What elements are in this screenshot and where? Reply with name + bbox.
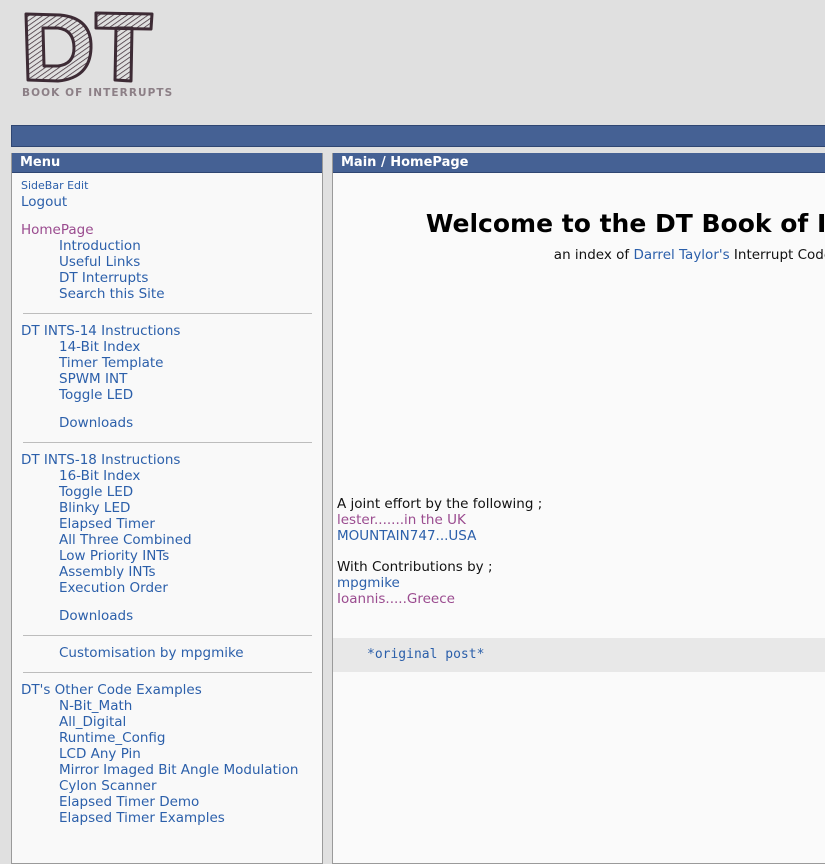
author-link-mountain747[interactable]: MOUNTAIN747...USA <box>337 528 476 544</box>
nav-divider <box>23 672 312 673</box>
joint-effort-heading: A joint effort by the following ; <box>337 496 543 512</box>
sidebar-item-lcd-any-pin[interactable]: LCD Any Pin <box>21 746 314 762</box>
contributor-list: Ioannis.....Greece <box>337 591 825 607</box>
sidebar-item-n-bit-math[interactable]: N-Bit_Math <box>21 698 314 714</box>
sidebar-item-elapsed-timer[interactable]: Elapsed Timer <box>21 516 314 532</box>
sidebar-item-dt-interrupts[interactable]: DT Interrupts <box>21 270 314 286</box>
sidebar-item-blinky-led[interactable]: Blinky LED <box>21 500 314 516</box>
code-block: *original post* <box>333 638 825 672</box>
page-subtitle: an index of Darrel Taylor's Interrupt Co… <box>333 246 825 264</box>
top-navigation-bar[interactable] <box>11 125 825 147</box>
sidebar-item-mirror-imaged-bit-angle-modulation[interactable]: Mirror Imaged Bit Angle Modulation <box>21 762 314 778</box>
sidebar-item-toggle-led[interactable]: Toggle LED <box>21 387 314 403</box>
contributions-heading: With Contributions by ; <box>337 559 493 575</box>
author-list: lester.......in the UK <box>337 512 825 528</box>
sidebar-panel: Menu SideBar Edit Logout HomePage Introduct… <box>11 153 323 864</box>
sidebar-title: Menu <box>12 153 322 173</box>
main-content-panel: Main / HomePage Welcome to the DT Book o… <box>332 153 825 864</box>
main-body: Welcome to the DT Book of Interrupts an … <box>333 173 825 672</box>
sidebar-item-all-three-combined[interactable]: All Three Combined <box>21 532 314 548</box>
sidebar-item-downloads[interactable]: Downloads <box>21 415 314 431</box>
breadcrumb: Main / HomePage <box>333 153 825 173</box>
contributor-link-ioannis[interactable]: Ioannis.....Greece <box>337 591 455 607</box>
sidebar-item-all-digital[interactable]: All_Digital <box>21 714 314 730</box>
sidebar-item-useful-links[interactable]: Useful Links <box>21 254 314 270</box>
sidebar-item-logout[interactable]: Logout <box>21 194 314 210</box>
sidebar-item-spwm-int[interactable]: SPWM INT <box>21 371 314 387</box>
nav-group: Customisation by mpgmike <box>21 645 314 665</box>
sidebar-item-16-bit-index[interactable]: 16-Bit Index <box>21 468 314 484</box>
darrel-taylor-link[interactable]: Darrel Taylor's <box>633 247 729 263</box>
sidebar-item-cylon-scanner[interactable]: Cylon Scanner <box>21 778 314 794</box>
sidebar-item-14-bit-index[interactable]: 14-Bit Index <box>21 339 314 355</box>
nav-group: SideBar Edit Logout HomePage Introduction Us… <box>21 179 314 306</box>
nav-group: DT INTS-14 Instructions 14-Bit Index Timer… <box>21 323 314 435</box>
contributor-link-mpgmike[interactable]: mpgmike <box>337 575 400 591</box>
page-title: Welcome to the DT Book of Interrupts <box>425 209 825 238</box>
welcome-block: Welcome to the DT Book of Interrupts an … <box>333 173 825 264</box>
panel-gutter <box>323 153 332 864</box>
site-logo-header: BOOK OF INTERRUPTS <box>0 0 825 120</box>
sidebar-item-customisation-by-mpgmike[interactable]: Customisation by mpgmike <box>21 645 314 661</box>
sidebar-item-assembly-ints[interactable]: Assembly INTs <box>21 564 314 580</box>
sidebar-item-dt-ints-14-instructions[interactable]: DT INTS-14 Instructions <box>21 323 314 339</box>
credits-spacer <box>337 544 825 559</box>
sidebar-item-low-priority-ints[interactable]: Low Priority INTs <box>21 548 314 564</box>
sidebar-item-homepage[interactable]: HomePage <box>21 222 314 238</box>
author-link-lester[interactable]: lester.......in the UK <box>337 512 466 528</box>
logo-tagline: BOOK OF INTERRUPTS <box>22 87 174 99</box>
sidebar-item-introduction[interactable]: Introduction <box>21 238 314 254</box>
sidebar-item-timer-template[interactable]: Timer Template <box>21 355 314 371</box>
nav-divider <box>23 442 312 443</box>
page-shell: Menu SideBar Edit Logout HomePage Introduct… <box>0 153 825 864</box>
sidebar-item-dt-ints-18-instructions[interactable]: DT INTS-18 Instructions <box>21 452 314 468</box>
nav-divider <box>23 313 312 314</box>
subtitle-prefix: an index of <box>553 247 634 263</box>
sidebar-navigation: SideBar Edit Logout HomePage Introduction Us… <box>12 173 322 830</box>
nav-divider <box>23 635 312 636</box>
nav-group: DT INTS-18 Instructions 16-Bit Index Toggl… <box>21 452 314 628</box>
sidebar-item-search-this-site[interactable]: Search this Site <box>21 286 314 302</box>
credits-block: A joint effort by the following ; lester… <box>333 264 825 607</box>
dt-logo-icon <box>24 11 154 83</box>
sidebar-item-sidebar-edit[interactable]: SideBar Edit <box>21 179 314 194</box>
sidebar-item-elapsed-timer-examples[interactable]: Elapsed Timer Examples <box>21 810 314 826</box>
contributor-list: mpgmike <box>337 575 825 591</box>
subtitle-suffix: Interrupt Code <box>729 247 825 263</box>
sidebar-item-downloads[interactable]: Downloads <box>21 608 314 624</box>
sidebar-item-execution-order[interactable]: Execution Order <box>21 580 314 596</box>
sidebar-item-toggle-led[interactable]: Toggle LED <box>21 484 314 500</box>
author-list: MOUNTAIN747...USA <box>337 528 825 544</box>
sidebar-item-dt-s-other-code-examples[interactable]: DT's Other Code Examples <box>21 682 314 698</box>
sidebar-item-elapsed-timer-demo[interactable]: Elapsed Timer Demo <box>21 794 314 810</box>
nav-group: DT's Other Code Examples N-Bit_Math All_Di… <box>21 682 314 830</box>
sidebar-item-runtime-config[interactable]: Runtime_Config <box>21 730 314 746</box>
